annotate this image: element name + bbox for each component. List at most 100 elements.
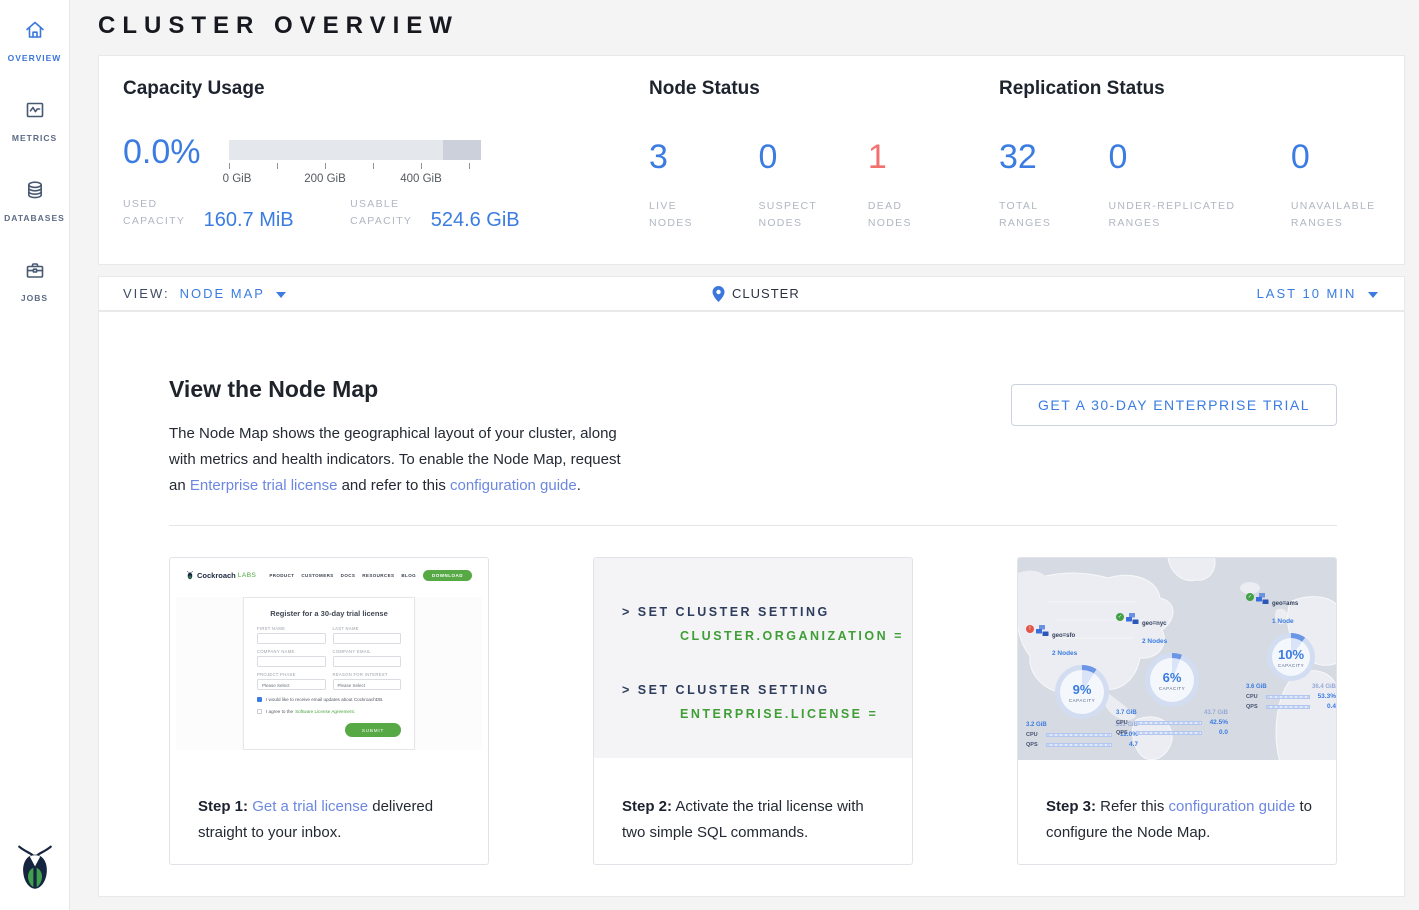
node-status-section: Node Status 3 LIVENODES 0 SUSPECTNODES 1… [649, 78, 760, 100]
suspect-nodes-label: SUSPECTNODES [758, 198, 863, 232]
database-icon [22, 178, 48, 207]
live-nodes-stat: 3 LIVENODES [649, 138, 754, 232]
map-node-ams: geo=ams1 Node 10%CAPACITY 3.6 GiB36.4 Gi… [1246, 592, 1336, 710]
sidebar-item-label: OVERVIEW [8, 53, 62, 63]
view-bar: VIEW: NODE MAP CLUSTER LAST 10 MIN [98, 276, 1405, 311]
get-trial-license-link[interactable]: Get a trial license [252, 798, 368, 815]
configuration-guide-link[interactable]: configuration guide [450, 477, 577, 494]
cockroachdb-logo[interactable] [14, 842, 56, 896]
used-capacity-value: 160.7 MiB [204, 209, 294, 232]
usable-capacity-value: 524.6 GiB [431, 209, 520, 232]
cluster-summary-panel: Capacity Usage 0.0% 0 GiB 200 GiB 400 Gi… [98, 55, 1405, 265]
cockroach-labs-logo: CockroachLABS [186, 570, 256, 581]
total-ranges-stat: 32 TOTALRANGES [999, 138, 1104, 232]
view-dropdown[interactable]: NODE MAP [180, 286, 287, 301]
node-status-title: Node Status [649, 78, 760, 100]
tick-label: 400 GiB [400, 173, 442, 185]
intro-text: The Node Map shows the geographical layo… [169, 421, 639, 499]
metrics-icon [22, 98, 48, 127]
live-nodes-value: 3 [649, 138, 754, 180]
sidebar-item-databases[interactable]: DATABASES [0, 160, 69, 240]
nodes-icon [1256, 593, 1269, 605]
capacity-usage-title: Capacity Usage [123, 78, 623, 100]
sidebar-item-label: JOBS [21, 293, 48, 303]
step2-caption: Step 2: Activate the trial license with … [622, 794, 888, 846]
page-title: CLUSTER OVERVIEW [98, 12, 459, 40]
total-ranges-label: TOTALRANGES [999, 198, 1104, 232]
node-down-badge [1026, 625, 1034, 633]
checkbox-checked [257, 697, 262, 702]
live-nodes-label: LIVENODES [649, 198, 754, 232]
home-icon [22, 18, 48, 47]
get-enterprise-trial-button[interactable]: GET A 30-DAY ENTERPRISE TRIAL [1011, 384, 1337, 426]
registration-page-thumbnail: CockroachLABS PRODUCTCUSTOMERSDOCSRESOUR… [176, 564, 482, 750]
sql-command: > SET CLUSTER SETTING [622, 600, 912, 624]
sql-setting: CLUSTER.ORGANIZATION = [680, 624, 912, 648]
time-range-dropdown[interactable]: LAST 10 MIN [1257, 286, 1378, 301]
map-pin-icon [712, 286, 724, 302]
mini-submit-button: SUBMIT [345, 723, 401, 737]
unavailable-ranges-label: UNAVAILABLERANGES [1291, 198, 1419, 232]
node-map-thumbnail: geo=sfo2 Nodes 9%CAPACITY 3.2 GiB351 GiB… [1018, 558, 1336, 760]
node-map-intro: View the Node Map The Node Map shows the… [169, 376, 639, 499]
sidebar-item-jobs[interactable]: JOBS [0, 240, 69, 320]
breadcrumb-cluster[interactable]: CLUSTER [712, 286, 800, 302]
checkbox-unchecked [257, 709, 262, 714]
dead-nodes-label: DEADNODES [868, 198, 988, 232]
under-replicated-ranges-value: 0 [1108, 138, 1286, 180]
under-replicated-ranges-stat: 0 UNDER-REPLICATEDRANGES [1108, 138, 1286, 232]
step1-caption: Step 1: Get a trial license delivered st… [198, 794, 464, 846]
view-label: VIEW: [123, 286, 170, 301]
sql-command: > SET CLUSTER SETTING [622, 678, 912, 702]
mini-download-button: DOWNLOAD [423, 570, 472, 581]
node-up-badge [1116, 613, 1124, 621]
usable-capacity-label: USABLECAPACITY [350, 196, 412, 230]
used-capacity-label: USEDCAPACITY [123, 196, 185, 230]
configuration-guide-link[interactable]: configuration guide [1169, 798, 1296, 815]
under-replicated-ranges-label: UNDER-REPLICATEDRANGES [1108, 198, 1286, 232]
trial-registration-form: Register for a 30-day trial license FIRS… [243, 597, 415, 750]
map-node-nyc: geo=nyc2 Nodes 6%CAPACITY 3.7 GiB43.7 Gi… [1116, 612, 1228, 736]
briefcase-icon [22, 258, 48, 287]
sidebar-item-overview[interactable]: OVERVIEW [0, 0, 69, 80]
capacity-donut: 9%CAPACITY [1055, 665, 1109, 719]
sql-setting: ENTERPRISE.LICENSE = [680, 702, 912, 726]
nodes-icon [1126, 613, 1139, 625]
sql-commands-block: > SET CLUSTER SETTING CLUSTER.ORGANIZATI… [594, 558, 912, 758]
capacity-bar: 0 GiB 200 GiB 400 GiB [229, 140, 481, 187]
sidebar-item-metrics[interactable]: METRICS [0, 80, 69, 160]
node-map-panel: View the Node Map The Node Map shows the… [98, 311, 1405, 897]
capacity-donut: 6%CAPACITY [1145, 653, 1199, 707]
tick-label: 0 GiB [223, 173, 252, 185]
total-ranges-value: 32 [999, 138, 1104, 180]
capacity-bar-tick-labels: 0 GiB 200 GiB 400 GiB [229, 173, 481, 187]
tick-label: 200 GiB [304, 173, 346, 185]
capacity-donut: 10%CAPACITY [1267, 633, 1315, 681]
capacity-stats: USEDCAPACITY 160.7 MiB USABLECAPACITY 52… [123, 196, 603, 230]
step3-card: geo=sfo2 Nodes 9%CAPACITY 3.2 GiB351 GiB… [1017, 557, 1337, 865]
enterprise-trial-license-link[interactable]: Enterprise trial license [190, 477, 338, 494]
sidebar-item-label: DATABASES [4, 213, 65, 223]
dead-nodes-stat: 1 DEADNODES [868, 138, 988, 232]
capacity-percent: 0.0% [123, 133, 201, 172]
suspect-nodes-stat: 0 SUSPECTNODES [758, 138, 863, 232]
sidebar: OVERVIEW METRICS DATABASES [0, 0, 70, 910]
capacity-bar-ticks [229, 163, 481, 171]
sidebar-item-label: METRICS [12, 133, 57, 143]
step3-caption: Step 3: Refer this configuration guide t… [1046, 794, 1312, 846]
chevron-down-icon [1368, 286, 1378, 301]
node-up-badge [1246, 593, 1254, 601]
mini-site-nav: PRODUCTCUSTOMERSDOCSRESOURCESBLOG DOWNLO… [269, 570, 472, 581]
dead-nodes-value: 1 [868, 138, 988, 180]
divider [169, 525, 1337, 526]
replication-status-section: Replication Status 32 TOTALRANGES 0 UNDE… [999, 78, 1165, 100]
suspect-nodes-value: 0 [758, 138, 863, 180]
replication-status-title: Replication Status [999, 78, 1165, 100]
form-title: Register for a 30-day trial license [257, 609, 401, 618]
chevron-down-icon [276, 286, 286, 301]
step1-card: CockroachLABS PRODUCTCUSTOMERSDOCSRESOUR… [169, 557, 489, 865]
unavailable-ranges-stat: 0 UNAVAILABLERANGES [1291, 138, 1419, 232]
nodes-icon [1036, 625, 1049, 637]
unavailable-ranges-value: 0 [1291, 138, 1419, 180]
capacity-usage-section: Capacity Usage 0.0% 0 GiB 200 GiB 400 Gi… [123, 78, 623, 248]
